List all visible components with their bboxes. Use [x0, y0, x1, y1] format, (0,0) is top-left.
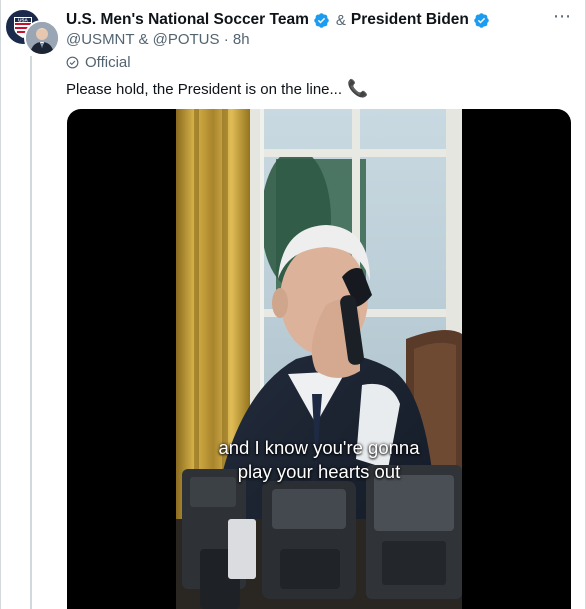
video-frame[interactable]: and I know you're gonna play your hearts… [176, 109, 462, 609]
author-handles: @USMNT & @POTUS · 8h [66, 31, 250, 48]
person-portrait-icon [26, 22, 58, 54]
video-still-image [176, 109, 462, 609]
avatar-group[interactable]: USA [4, 8, 60, 56]
official-text: Official [85, 54, 131, 71]
caption-line-1: and I know you're gonna [218, 437, 420, 458]
time-separator: · [223, 31, 229, 48]
video-player[interactable]: and I know you're gonna play your hearts… [67, 109, 571, 609]
tweet-body: Please hold, the President is on the lin… [66, 79, 368, 99]
tweet-text: Please hold, the President is on the lin… [66, 80, 343, 98]
official-check-icon [66, 56, 79, 69]
author-separator: & [335, 11, 346, 29]
svg-text:USA: USA [18, 18, 28, 23]
tweet-header: U.S. Men's National Soccer Team & Presid… [66, 10, 570, 30]
author-name-usmnt[interactable]: U.S. Men's National Soccer Team [66, 11, 309, 29]
timestamp[interactable]: 8h [233, 31, 250, 48]
frame-border-left [0, 0, 1, 609]
potus-avatar[interactable] [24, 20, 60, 56]
verified-badge-icon [474, 12, 489, 28]
telephone-receiver-icon: 📞 [347, 79, 369, 98]
handles-text[interactable]: @USMNT & @POTUS [66, 31, 220, 48]
official-label: Official [66, 54, 131, 71]
author-name-potus[interactable]: President Biden [351, 11, 469, 29]
thread-line [30, 56, 32, 609]
caption-line-2: play your hearts out [237, 461, 401, 482]
video-caption: and I know you're gonna play your hearts… [176, 436, 462, 484]
more-options-icon[interactable]: ⋯ [553, 6, 572, 27]
verified-badge-icon [314, 12, 329, 28]
